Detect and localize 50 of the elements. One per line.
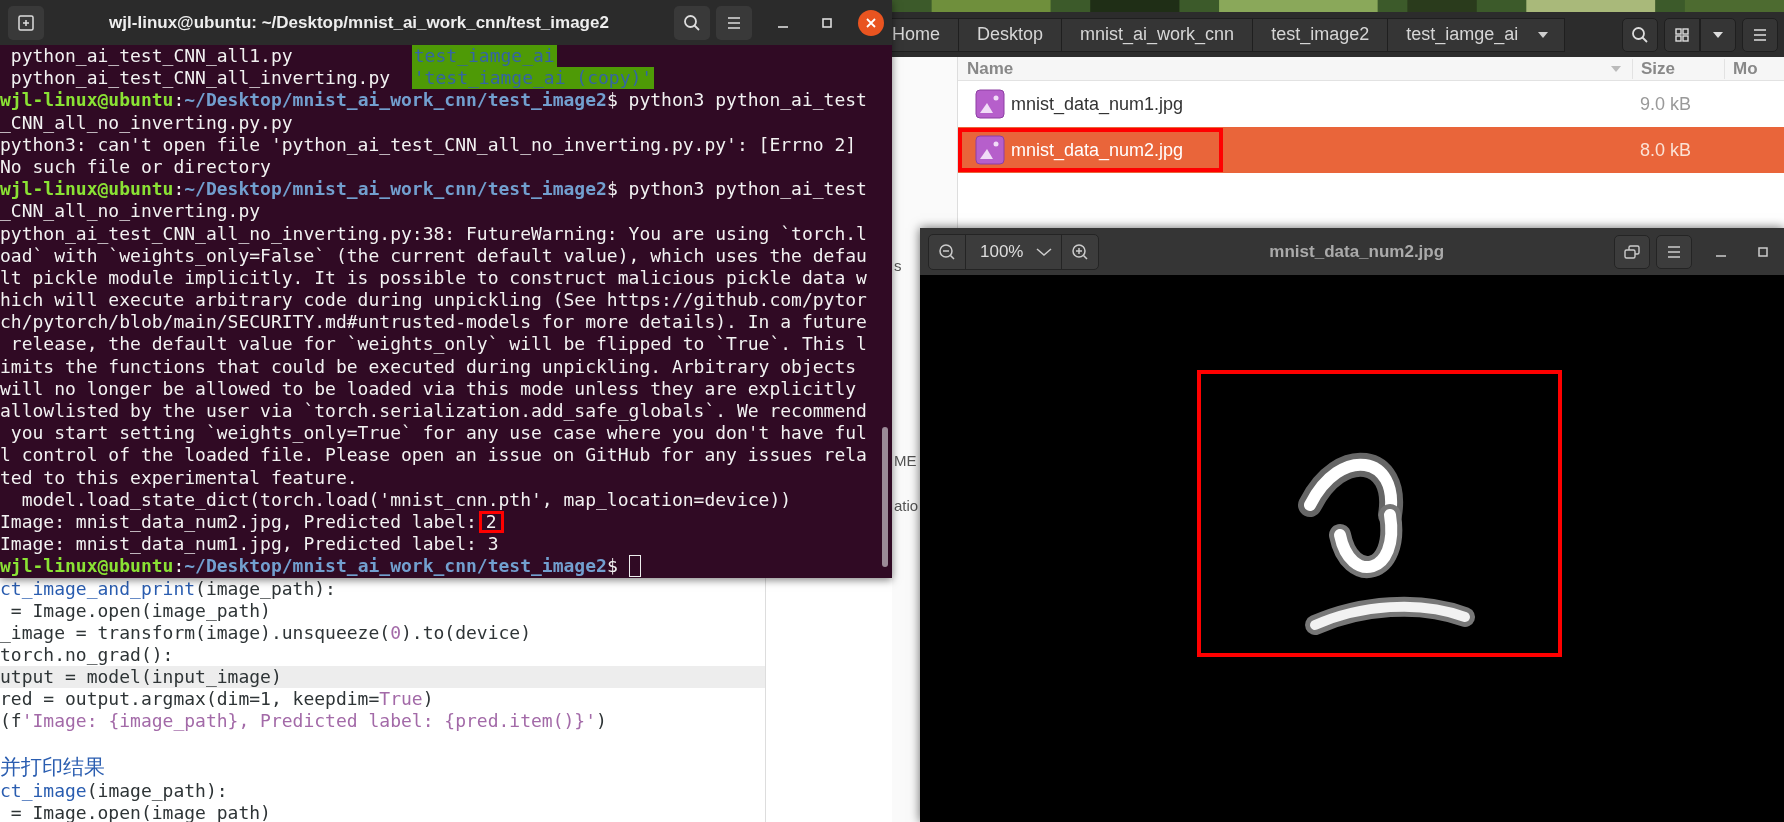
breadcrumb-button[interactable]: Desktop — [959, 17, 1063, 52]
code-line: (f'Image: {image_path}, Predicted label: {pred.item()}') — [0, 710, 608, 732]
output-line: imits the functions that could be executed during unpickling. Arbitrary objects — [0, 355, 857, 378]
output-line: Image: mnist_data_num2.jpg, Predicted label: — [0, 510, 477, 534]
window-title: wjl-linux@ubuntu: ~/Desktop/mnist_ai_work_cnn/test_image2 — [108, 12, 610, 33]
output-line: will no longer be allowed to be loaded via this mode unless they are explicitly — [0, 377, 857, 400]
output-line: lt pickle module implicitly. It is possible to construct malicious pickle data w — [0, 266, 867, 290]
annotated-label: 2 — [478, 511, 504, 534]
directory-name: test_iamge_ai — [411, 45, 557, 68]
output-line: you start setting `weights_only=True` for any use case where you don't have ful — [9, 422, 867, 445]
output-line: hich will execute arbitrary code during unpickling (See https://github.com/pytor — [0, 289, 867, 312]
output-line: No such file or directory — [0, 155, 271, 179]
output-line: l control of the loaded file. Please open an issue on GitHub for any issues rela — [0, 444, 867, 467]
code-line: red = output.argmax(dim=1, keepdim=True) — [0, 688, 435, 710]
output-line: python3: can't open file 'python_ai_test_CNN_all_no_inverting.py.py': [Errno 2] — [0, 133, 857, 156]
code-line: ct_image_and_print(image_path): — [0, 578, 337, 600]
directory-name: 'test_iamge_ai (copy)' — [411, 67, 655, 90]
file-name: python_ai_test_CNN_all1.py — [9, 45, 294, 68]
file-name: mnist_data_num1.jpg — [1011, 93, 1184, 115]
prompt-line: wjl-linux@ubuntu:~/Desktop/mnist_ai_work_cnn/test_image2$ python3 python_ai_test — [0, 178, 867, 201]
file-size: 8.0 kB — [1640, 139, 1692, 160]
output-line: model.load_state_dict(torch.load('mnist_cnn.pth', map_location=device)) — [20, 488, 792, 511]
output-line: python_ai_test_CNN_all_no_inverting.py:38: FutureWarning: You are using `torch.l — [0, 222, 867, 245]
output-line: _CNN_all_no_inverting.py — [0, 200, 261, 223]
window-title: mnist_data_num2.jpg — [1268, 241, 1446, 262]
code-line: = Image.open(image_path) — [9, 600, 272, 622]
output-line: oad` with `weights_only=False` (the current default value), which uses the defau — [0, 244, 867, 267]
output-line: release, the default value for `weights_only` will be flipped to `True`. This l — [9, 333, 867, 356]
code-line: _image = transform(image).unsqueeze(0).to(device) — [0, 622, 533, 644]
sidebar-item[interactable]: ME — [894, 452, 917, 469]
code-line: ct_image(image_path): — [0, 780, 229, 802]
file-row[interactable]: mnist_data_num1.jpg 9.0 kB — [958, 81, 1784, 127]
file-name: python_ai_test_CNN_all_inverting.py — [9, 67, 392, 90]
output-line: ch/pytorch/blob/main/SECURITY.md#untrusted-models for more details). In a future — [0, 311, 867, 334]
sidebar-item[interactable]: atio — [894, 497, 919, 514]
output-line: Image: mnist_data_num1.jpg, Predicted label: 3 — [0, 533, 499, 556]
breadcrumb-button[interactable]: mnist_ai_work_cnn — [1062, 17, 1254, 52]
code-line: 并打印结果 — [0, 754, 106, 780]
prompt-line: wjl-linux@ubuntu:~/Desktop/mnist_ai_work_cnn/test_image2$ python3 python_ai_test — [0, 89, 867, 112]
breadcrumb-button[interactable]: test_image2 — [1253, 17, 1389, 52]
sidebar-item[interactable]: s — [894, 257, 902, 274]
code-line: torch.no_grad(): — [0, 644, 175, 666]
output-line: _CNN_all_no_inverting.py.py — [0, 111, 293, 134]
file-name: mnist_data_num2.jpg — [1011, 139, 1184, 161]
breadcrumb-button[interactable]: Home — [892, 17, 959, 52]
breadcrumb-button[interactable]: test_iamge_ai — [1388, 17, 1566, 52]
file-size: 9.0 kB — [1640, 93, 1692, 114]
output-line: ted to this experimental feature. — [0, 466, 358, 489]
prompt-line: wjl-linux@ubuntu:~/Desktop/mnist_ai_work_cnn/test_image2$ — [0, 555, 618, 578]
output-line: allowlisted by the user via `torch.serialization.add_safe_globals`. We recommend — [0, 400, 867, 423]
